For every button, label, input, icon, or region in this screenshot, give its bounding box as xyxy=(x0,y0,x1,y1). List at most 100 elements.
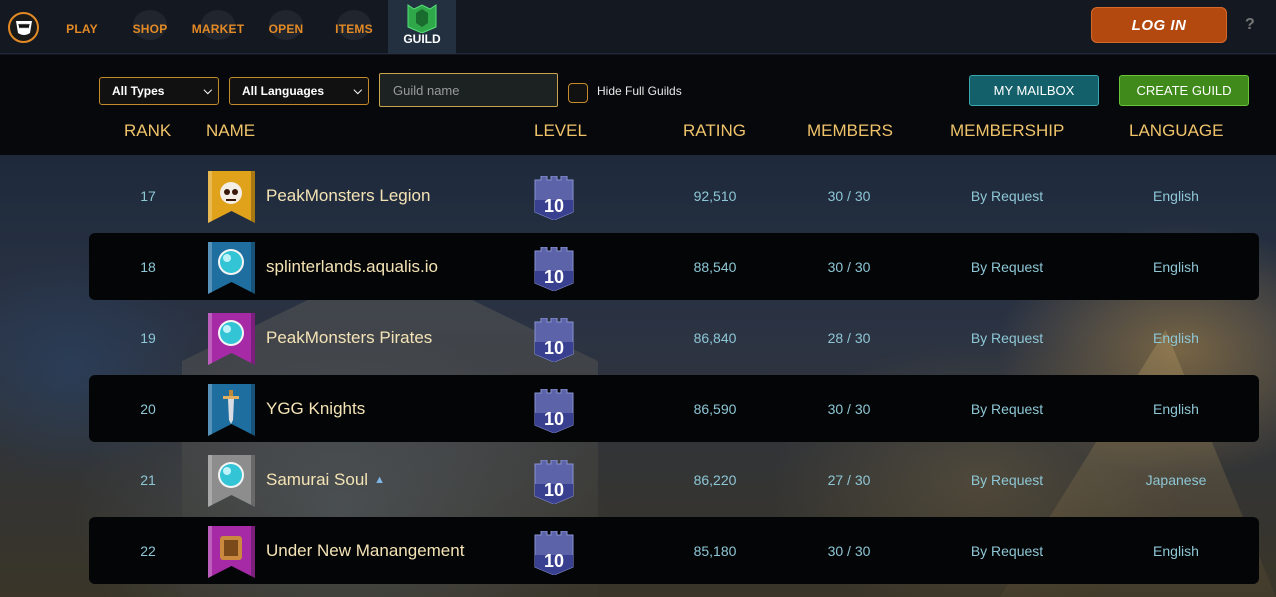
column-rating[interactable]: RATING xyxy=(683,121,746,141)
table-row[interactable]: 22 Under New Manangement 10 85,180 30 / 30 By… xyxy=(89,517,1259,584)
rank-cell: 18 xyxy=(140,258,156,275)
table-row[interactable]: 19 PeakMonsters Pirates 10 86,840 28 / 30 By … xyxy=(89,304,1259,371)
type-select[interactable]: All Types ⌵ xyxy=(99,77,219,105)
nav-items-label: ITEMS xyxy=(335,22,373,36)
column-language[interactable]: LANGUAGE xyxy=(1129,121,1223,141)
guild-banner-icon xyxy=(208,384,255,436)
language-select[interactable]: All Languages ⌵ xyxy=(229,77,369,105)
guild-banner-icon xyxy=(208,526,255,578)
guild-name-cell[interactable]: Samurai Soul ▲ xyxy=(266,446,385,513)
rating-cell: 86,840 xyxy=(693,329,737,346)
nav-guild[interactable]: GUILD xyxy=(388,0,456,54)
members-cell: 30 / 30 xyxy=(827,542,871,559)
nav-open-label: OPEN xyxy=(268,22,304,36)
rating-cell: 92,510 xyxy=(693,187,737,204)
level-value: 10 xyxy=(544,196,564,216)
guild-banner-icon xyxy=(208,171,255,223)
column-level[interactable]: LEVEL xyxy=(534,121,587,141)
chevron-down-icon: ⌵ xyxy=(203,84,212,97)
guild-name-cell[interactable]: PeakMonsters Pirates xyxy=(266,304,432,371)
my-mailbox-button[interactable]: MY MAILBOX xyxy=(969,75,1099,106)
level-value: 10 xyxy=(544,480,564,500)
language-select-value: All Languages xyxy=(242,84,325,98)
language-cell: English xyxy=(1153,187,1199,204)
guild-name[interactable]: PeakMonsters Legion xyxy=(266,186,430,206)
nav-shop[interactable]: SHOP xyxy=(130,0,170,54)
language-cell: Japanese xyxy=(1145,471,1207,488)
nav-guild-label: GUILD xyxy=(403,32,441,46)
members-cell: 30 / 30 xyxy=(827,400,871,417)
guild-name[interactable]: PeakMonsters Pirates xyxy=(266,328,432,348)
chevron-down-icon: ⌵ xyxy=(353,84,362,97)
level-badge-icon: 10 xyxy=(534,247,574,291)
top-nav: PLAY SHOP MARKET OPEN ITEMS GUILD LOG IN… xyxy=(0,0,1276,54)
language-cell: English xyxy=(1153,258,1199,275)
table-row[interactable]: 20 YGG Knights 10 86,590 30 / 30 By Request En… xyxy=(89,375,1259,442)
nav-market-label: MARKET xyxy=(191,22,245,36)
guild-name-input[interactable]: Guild name xyxy=(379,73,558,107)
rating-cell: 86,220 xyxy=(693,471,737,488)
language-cell: English xyxy=(1153,542,1199,559)
type-select-value: All Types xyxy=(112,84,165,98)
column-members[interactable]: MEMBERS xyxy=(807,121,893,141)
guild-name-cell[interactable]: PeakMonsters Legion xyxy=(266,162,430,229)
guild-name-cell[interactable]: YGG Knights xyxy=(266,375,365,442)
level-badge-icon: 10 xyxy=(534,531,574,575)
table-row[interactable]: 18 splinterlands.aqualis.io 10 88,540 30 / 3… xyxy=(89,233,1259,300)
members-cell: 30 / 30 xyxy=(827,258,871,275)
level-value: 10 xyxy=(544,409,564,429)
login-button[interactable]: LOG IN xyxy=(1091,7,1227,43)
rank-cell: 17 xyxy=(140,187,156,204)
guild-name[interactable]: splinterlands.aqualis.io xyxy=(266,257,438,277)
nav-play-label: PLAY xyxy=(66,22,98,36)
guild-name-cell[interactable]: splinterlands.aqualis.io xyxy=(266,233,438,300)
nav-open[interactable]: OPEN xyxy=(266,0,306,54)
guild-name[interactable]: YGG Knights xyxy=(266,399,365,419)
members-cell: 28 / 30 xyxy=(827,329,871,346)
column-rank[interactable]: RANK xyxy=(124,121,171,141)
rank-cell: 22 xyxy=(140,542,156,559)
rank-cell: 21 xyxy=(140,471,156,488)
level-badge-icon: 10 xyxy=(534,318,574,362)
rating-cell: 88,540 xyxy=(693,258,737,275)
membership-cell: By Request xyxy=(970,187,1044,204)
guild-name-placeholder: Guild name xyxy=(393,82,460,98)
table-row[interactable]: 21 Samurai Soul ▲ 10 86,220 27 / 30 By Request… xyxy=(89,446,1259,513)
level-value: 10 xyxy=(544,267,564,287)
level-value: 10 xyxy=(544,551,564,571)
guild-name[interactable]: Samurai Soul xyxy=(266,470,368,490)
language-cell: English xyxy=(1153,329,1199,346)
membership-cell: By Request xyxy=(970,258,1044,275)
rating-cell: 86,590 xyxy=(693,400,737,417)
guild-banner-icon xyxy=(208,455,255,507)
hide-full-label: Hide Full Guilds xyxy=(597,84,682,98)
members-cell: 30 / 30 xyxy=(827,187,871,204)
hide-full-checkbox[interactable] xyxy=(568,83,588,103)
nav-items[interactable]: ITEMS xyxy=(334,0,374,54)
membership-cell: By Request xyxy=(970,542,1044,559)
column-name[interactable]: NAME xyxy=(206,121,255,141)
guild-name-cell[interactable]: Under New Manangement xyxy=(266,517,464,584)
level-value: 10 xyxy=(544,338,564,358)
guild-banner-icon xyxy=(208,313,255,365)
level-badge-icon: 10 xyxy=(534,389,574,433)
members-cell: 27 / 30 xyxy=(827,471,871,488)
level-badge-icon: 10 xyxy=(534,460,574,504)
rating-cell: 85,180 xyxy=(693,542,737,559)
logo-icon[interactable] xyxy=(8,12,39,43)
nav-market[interactable]: MARKET xyxy=(192,0,244,54)
nav-play[interactable]: PLAY xyxy=(62,0,102,54)
level-badge-icon: 10 xyxy=(534,176,574,220)
guild-icon xyxy=(407,4,437,33)
column-membership[interactable]: MEMBERSHIP xyxy=(950,121,1064,141)
help-icon[interactable]: ? xyxy=(1245,16,1255,34)
create-guild-button[interactable]: CREATE GUILD xyxy=(1119,75,1249,106)
table-row[interactable]: 17 PeakMonsters Legion 10 92,510 30 / 30 By R… xyxy=(89,162,1259,229)
guild-name[interactable]: Under New Manangement xyxy=(266,541,464,561)
membership-cell: By Request xyxy=(970,471,1044,488)
language-cell: English xyxy=(1153,400,1199,417)
rank-cell: 20 xyxy=(140,400,156,417)
nav-shop-label: SHOP xyxy=(132,22,168,36)
guild-banner-icon xyxy=(208,242,255,294)
membership-cell: By Request xyxy=(970,400,1044,417)
